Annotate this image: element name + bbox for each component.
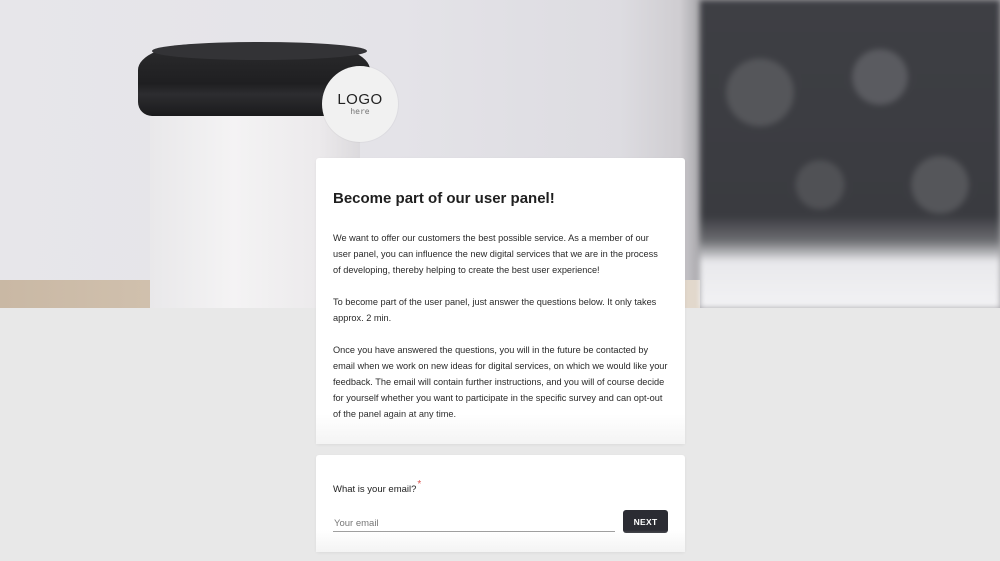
next-button[interactable]: NEXT xyxy=(623,510,668,533)
question-label: What is your email? xyxy=(333,484,417,495)
logo: LOGO here xyxy=(322,66,398,142)
intro-paragraph: Once you have answered the questions, yo… xyxy=(333,345,668,419)
email-field[interactable] xyxy=(333,515,615,532)
logo-text: LOGO xyxy=(337,91,383,108)
coffee-cup-lid-rim xyxy=(152,42,367,60)
intro-paragraph: To become part of the user panel, just a… xyxy=(333,297,657,323)
email-question-card: What is your email?* NEXT xyxy=(316,455,685,552)
intro-paragraph: We want to offer our customers the best … xyxy=(333,233,658,275)
required-asterisk: * xyxy=(417,479,422,490)
blurred-chair xyxy=(700,0,1000,308)
question-label-row: What is your email?* xyxy=(333,479,668,497)
page-title: Become part of our user panel! xyxy=(333,190,555,207)
intro-card: Become part of our user panel! We want t… xyxy=(316,158,685,444)
logo-subtext: here xyxy=(350,107,370,116)
question-input-row: NEXT xyxy=(333,510,668,534)
